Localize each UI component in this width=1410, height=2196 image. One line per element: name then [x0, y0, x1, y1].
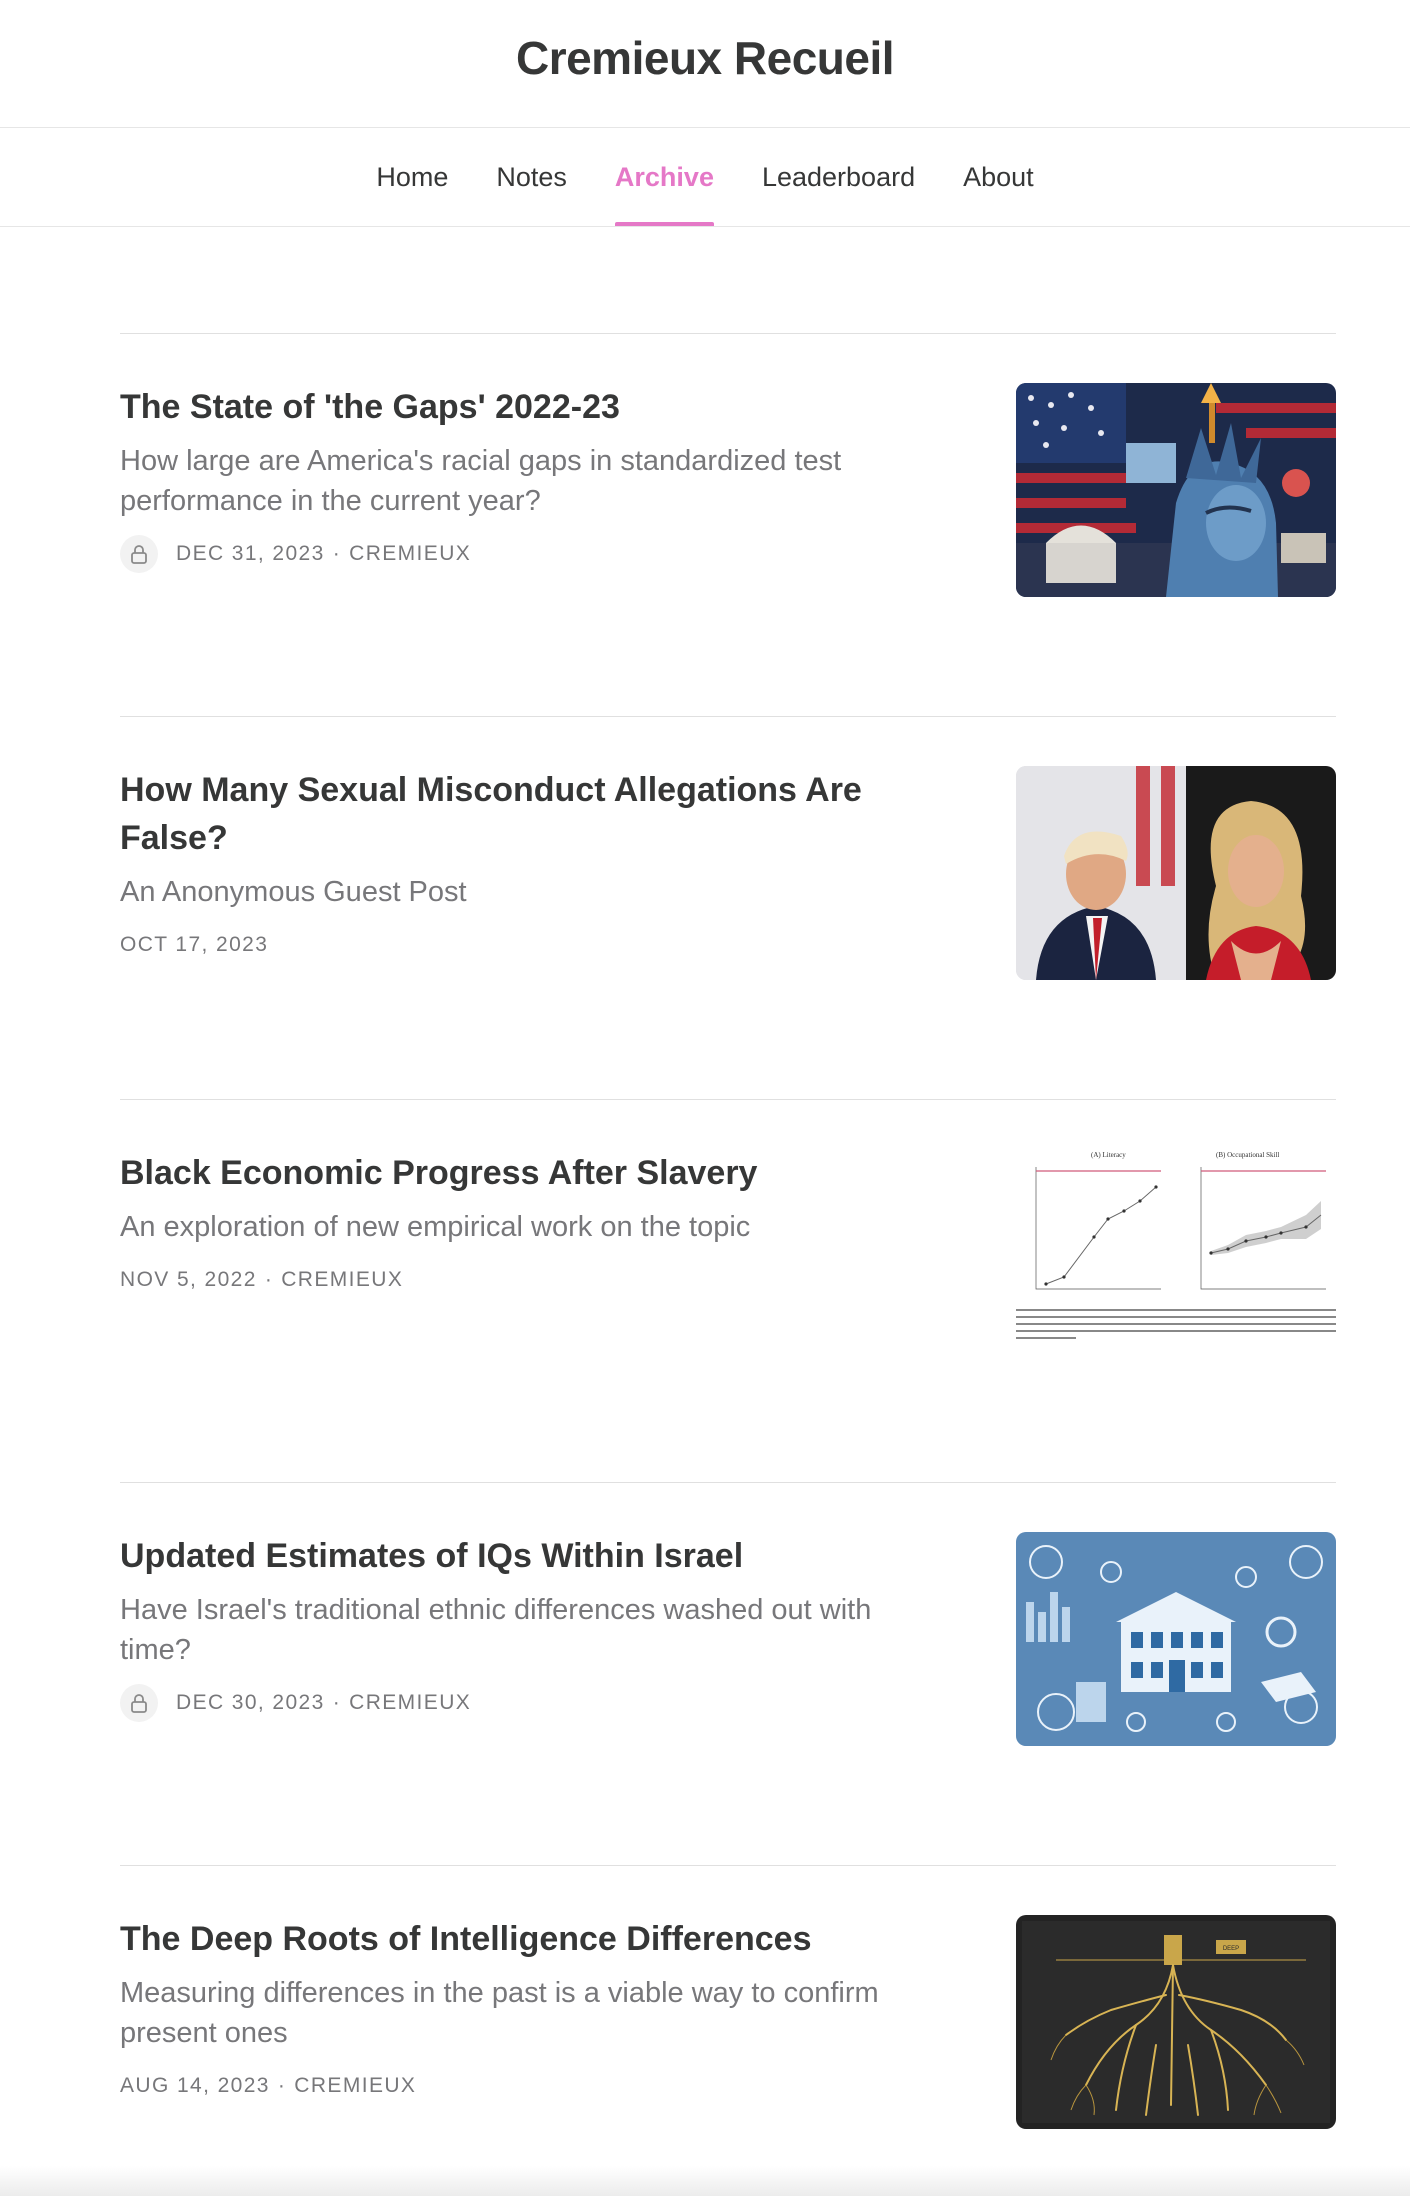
post-subtitle[interactable]: Have Israel's traditional ethnic differe… [120, 1590, 920, 1670]
post-subtitle[interactable]: How large are America's racial gaps in s… [120, 441, 920, 521]
lock-icon [120, 1684, 158, 1722]
bottom-fade [0, 2166, 1410, 2196]
masthead: Cremieux Recueil [0, 0, 1410, 128]
meta-separator: · [332, 1691, 342, 1714]
blue-science-collage-image [1016, 1532, 1336, 1746]
post-author[interactable]: CREMIEUX [294, 2074, 416, 2098]
post-text: Black Economic Progress After Slavery An… [120, 1149, 920, 1299]
post-date: AUG 14, 2023 [120, 2074, 270, 2097]
post-item: Updated Estimates of IQs Within Israel H… [120, 1482, 1336, 1865]
post-subtitle[interactable]: Measuring differences in the past is a v… [120, 1973, 920, 2053]
post-meta: DEC 31, 2023 · CREMIEUX [120, 535, 920, 573]
post-thumbnail[interactable]: (A) Literacy (B) Occupational Skill [1016, 1149, 1336, 1363]
post-date: NOV 5, 2022 [120, 1268, 257, 1291]
post-date: DEC 30, 2023 [176, 1691, 325, 1714]
tab-home[interactable]: Home [352, 128, 472, 226]
main-nav: Home Notes Archive Leaderboard About [0, 128, 1410, 227]
post-title[interactable]: The Deep Roots of Intelligence Differenc… [120, 1915, 920, 1963]
statue-of-liberty-collage-image [1016, 383, 1336, 597]
post-meta: NOV 5, 2022 · CREMIEUX [120, 1261, 920, 1299]
post-title[interactable]: Black Economic Progress After Slavery [120, 1149, 920, 1197]
post-title[interactable]: How Many Sexual Misconduct Allegations A… [120, 766, 920, 862]
post-item: How Many Sexual Misconduct Allegations A… [120, 716, 1336, 1099]
post-list: The State of 'the Gaps' 2022-23 How larg… [120, 333, 1336, 2196]
literacy-occupation-charts-image: (A) Literacy (B) Occupational Skill [1016, 1149, 1336, 1363]
post-meta: DEC 30, 2023 · CREMIEUX [120, 1684, 920, 1722]
post-item: The State of 'the Gaps' 2022-23 How larg… [120, 333, 1336, 716]
post-thumbnail[interactable] [1016, 383, 1336, 597]
post-thumbnail[interactable] [1016, 1532, 1336, 1746]
post-meta: AUG 14, 2023 · CREMIEUX [120, 2067, 920, 2105]
post-title[interactable]: The State of 'the Gaps' 2022-23 [120, 383, 920, 431]
post-author[interactable]: CREMIEUX [349, 542, 471, 566]
meta-separator: · [277, 2074, 287, 2097]
post-item: Black Economic Progress After Slavery An… [120, 1099, 1336, 1482]
meta-separator: · [264, 1268, 274, 1291]
chart-label-right: (B) Occupational Skill [1216, 1151, 1279, 1159]
post-text: How Many Sexual Misconduct Allegations A… [120, 766, 920, 964]
post-subtitle[interactable]: An Anonymous Guest Post [120, 872, 920, 912]
sign-label: DEEP [1223, 1946, 1239, 1952]
post-subtitle[interactable]: An exploration of new empirical work on … [120, 1207, 920, 1247]
post-author[interactable]: CREMIEUX [349, 1691, 471, 1715]
post-text: The Deep Roots of Intelligence Differenc… [120, 1915, 920, 2105]
tab-about[interactable]: About [939, 128, 1058, 226]
post-meta: OCT 17, 2023 [120, 926, 920, 964]
tab-leaderboard[interactable]: Leaderboard [738, 128, 939, 226]
post-date: DEC 31, 2023 [176, 542, 325, 565]
tab-notes[interactable]: Notes [472, 128, 591, 226]
post-author[interactable]: CREMIEUX [281, 1268, 403, 1292]
golden-tree-roots-image: DEEP [1016, 1915, 1336, 2129]
post-title[interactable]: Updated Estimates of IQs Within Israel [120, 1532, 920, 1580]
site-title[interactable]: Cremieux Recueil [516, 31, 895, 85]
post-text: Updated Estimates of IQs Within Israel H… [120, 1532, 920, 1722]
chart-label-left: (A) Literacy [1091, 1151, 1126, 1159]
tab-archive[interactable]: Archive [591, 128, 738, 226]
post-text: The State of 'the Gaps' 2022-23 How larg… [120, 383, 920, 573]
post-thumbnail[interactable]: DEEP [1016, 1915, 1336, 2129]
post-thumbnail[interactable] [1016, 766, 1336, 980]
meta-separator: · [332, 542, 342, 565]
two-person-photo-image [1016, 766, 1336, 980]
post-item: The Deep Roots of Intelligence Differenc… [120, 1865, 1336, 2196]
post-date: OCT 17, 2023 [120, 933, 269, 956]
lock-icon [120, 535, 158, 573]
